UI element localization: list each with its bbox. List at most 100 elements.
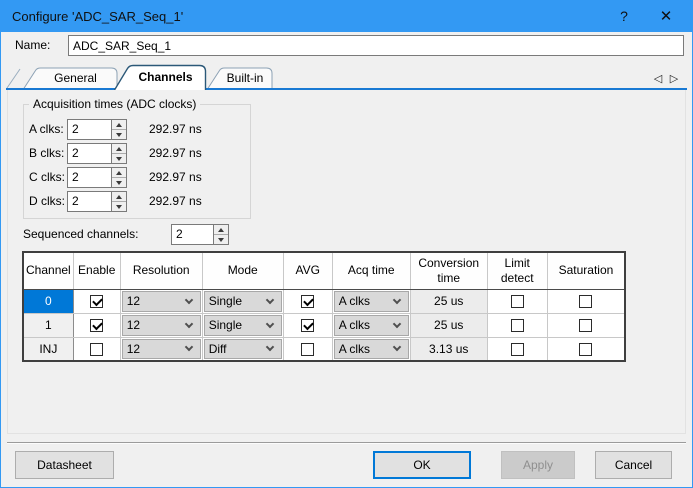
resolution-dropdown[interactable]: 12: [122, 291, 201, 312]
mode-value: Single: [205, 292, 267, 310]
resolution-value: 12: [123, 292, 186, 310]
col-header-avg: AVG: [283, 252, 332, 289]
acq-row-d: D clks: 2 292.97 ns: [1, 191, 693, 212]
b-clks-value[interactable]: 2: [68, 144, 111, 163]
limit-detect-checkbox[interactable]: [511, 343, 524, 356]
acq-time-cell: A clks: [332, 289, 410, 313]
help-icon[interactable]: ?: [604, 1, 644, 32]
avg-checkbox[interactable]: [301, 319, 314, 332]
a-clks-label: A clks:: [29, 119, 64, 140]
limit-detect-cell: [487, 313, 547, 337]
mode-dropdown[interactable]: Single: [204, 291, 282, 312]
cancel-button[interactable]: Cancel: [595, 451, 672, 479]
limit-detect-checkbox[interactable]: [511, 319, 524, 332]
d-clks-label: D clks:: [29, 191, 65, 212]
tab-channels-label: Channels: [124, 64, 207, 90]
spin-up-icon[interactable]: [112, 168, 126, 178]
chevron-down-icon: [265, 319, 273, 327]
conversion-time-cell: 3.13 us: [410, 337, 487, 361]
spin-up-icon[interactable]: [214, 225, 228, 235]
b-clks-time: 292.97 ns: [149, 143, 202, 164]
saturation-checkbox[interactable]: [579, 319, 592, 332]
resolution-cell: 12: [120, 337, 202, 361]
spin-up-icon[interactable]: [112, 192, 126, 202]
enable-checkbox[interactable]: [90, 319, 103, 332]
enable-checkbox[interactable]: [90, 343, 103, 356]
acq-row-a: A clks: 2 292.97 ns: [1, 119, 693, 140]
channel-0-header-cell[interactable]: 0: [23, 289, 73, 313]
saturation-checkbox[interactable]: [579, 295, 592, 308]
col-header-mode: Mode: [202, 252, 283, 289]
avg-cell: [283, 313, 332, 337]
avg-checkbox[interactable]: [301, 343, 314, 356]
chevron-down-icon: [265, 295, 273, 303]
spin-down-icon[interactable]: [112, 202, 126, 211]
resolution-dropdown[interactable]: 12: [122, 315, 201, 336]
channel-inj-header-cell[interactable]: INJ: [23, 337, 73, 361]
acq-time-dropdown[interactable]: A clks: [334, 339, 409, 360]
mode-dropdown[interactable]: Diff: [204, 339, 282, 360]
mode-dropdown[interactable]: Single: [204, 315, 282, 336]
avg-cell: [283, 337, 332, 361]
sequenced-channels-value[interactable]: 2: [172, 225, 213, 244]
col-header-conversion-time: Conversion time: [410, 252, 487, 289]
limit-detect-cell: [487, 337, 547, 361]
ok-button[interactable]: OK: [373, 451, 471, 479]
saturation-checkbox[interactable]: [579, 343, 592, 356]
mode-cell: Diff: [202, 337, 283, 361]
spin-down-icon[interactable]: [112, 154, 126, 163]
footer-separator: [7, 442, 686, 444]
c-clks-spinner[interactable]: 2: [67, 167, 127, 188]
acq-row-c: C clks: 2 292.97 ns: [1, 167, 693, 188]
spin-up-icon[interactable]: [112, 120, 126, 130]
avg-checkbox[interactable]: [301, 295, 314, 308]
close-icon[interactable]: ✕: [646, 1, 686, 32]
tab-built-in-label: Built-in: [217, 67, 273, 89]
apply-button: Apply: [501, 451, 575, 479]
acq-time-dropdown[interactable]: A clks: [334, 291, 409, 312]
spin-down-icon[interactable]: [112, 130, 126, 139]
chevron-down-icon: [392, 295, 400, 303]
a-clks-value[interactable]: 2: [68, 120, 111, 139]
spin-down-icon[interactable]: [112, 178, 126, 187]
col-header-channel: Channel: [23, 252, 73, 289]
datasheet-button[interactable]: Datasheet: [15, 451, 114, 479]
configure-dialog: Configure 'ADC_SAR_Seq_1' ? ✕ Name: Gene…: [0, 0, 693, 488]
a-clks-spinner[interactable]: 2: [67, 119, 127, 140]
tab-general[interactable]: General: [23, 67, 118, 89]
tab-channels[interactable]: Channels: [114, 64, 207, 90]
b-clks-spinner[interactable]: 2: [67, 143, 127, 164]
table-row: INJ 12 Diff A clks 3.13 us: [23, 337, 625, 361]
enable-checkbox[interactable]: [90, 295, 103, 308]
tab-scroll-left-icon[interactable]: ◁: [651, 71, 665, 87]
chevron-down-icon: [184, 319, 192, 327]
limit-detect-checkbox[interactable]: [511, 295, 524, 308]
acq-time-cell: A clks: [332, 313, 410, 337]
tab-built-in[interactable]: Built-in: [207, 67, 273, 89]
channel-table: Channel Enable Resolution Mode AVG Acq t…: [22, 251, 626, 362]
saturation-cell: [547, 337, 625, 361]
c-clks-time: 292.97 ns: [149, 167, 202, 188]
tab-scroll-right-icon[interactable]: ▷: [667, 71, 681, 87]
d-clks-value[interactable]: 2: [68, 192, 111, 211]
avg-cell: [283, 289, 332, 313]
c-clks-value[interactable]: 2: [68, 168, 111, 187]
sequenced-channels-label: Sequenced channels:: [23, 224, 138, 245]
enable-cell: [73, 289, 120, 313]
chevron-down-icon: [265, 343, 273, 351]
sequenced-channels-spinner[interactable]: 2: [171, 224, 229, 245]
tab-general-label: General: [33, 67, 118, 89]
resolution-value: 12: [123, 340, 186, 358]
table-row: 0 12 Single A clks 25 us: [23, 289, 625, 313]
chevron-down-icon: [184, 295, 192, 303]
acq-time-dropdown[interactable]: A clks: [334, 315, 409, 336]
col-header-acq-time: Acq time: [332, 252, 410, 289]
channel-1-header-cell[interactable]: 1: [23, 313, 73, 337]
d-clks-spinner[interactable]: 2: [67, 191, 127, 212]
resolution-dropdown[interactable]: 12: [122, 339, 201, 360]
spin-up-icon[interactable]: [112, 144, 126, 154]
resolution-cell: 12: [120, 289, 202, 313]
a-clks-time: 292.97 ns: [149, 119, 202, 140]
spin-down-icon[interactable]: [214, 235, 228, 244]
name-input[interactable]: [68, 35, 684, 56]
